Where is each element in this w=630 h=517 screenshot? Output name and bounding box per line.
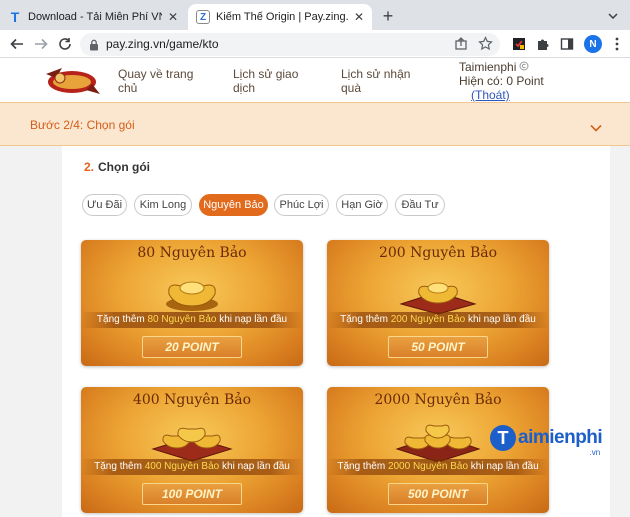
bonus-prefix: Tặng thêm bbox=[340, 314, 391, 325]
bonus-highlight: 200 Nguyên Bảo bbox=[390, 314, 466, 325]
package-price-button[interactable]: 50 POINT bbox=[388, 336, 488, 358]
filter-uu-dai[interactable]: Ưu Đãi bbox=[82, 194, 127, 216]
package-card[interactable]: 200 Nguyên Bảo Tặng thêm 200 Nguyên Bảo … bbox=[327, 240, 549, 366]
filter-nguyen-bao[interactable]: Nguyên Bảo bbox=[199, 194, 268, 216]
filter-phuc-loi[interactable]: Phúc Lợi bbox=[274, 194, 329, 216]
side-panel-icon[interactable] bbox=[558, 35, 576, 53]
new-tab-icon[interactable]: + bbox=[378, 6, 398, 26]
nav-transaction-line2: dịch bbox=[233, 81, 256, 95]
watermark-name: aimienphi bbox=[518, 427, 603, 448]
nav-gift-line1: Lịch sử nhận bbox=[341, 67, 411, 81]
tab-title: Download - Tải Miễn Phí VN - Phần bbox=[28, 11, 162, 23]
chevron-down-icon[interactable] bbox=[590, 119, 602, 137]
package-card[interactable]: 80 Nguyên Bảo Tặng thêm 80 Nguyên Bảo kh… bbox=[81, 240, 303, 366]
gold-ingot-on-cushion-icon bbox=[399, 282, 477, 315]
bonus-prefix: Tặng thêm bbox=[96, 314, 148, 325]
package-title: 80 Nguyên Bảo bbox=[137, 245, 247, 261]
bookmark-star-icon[interactable] bbox=[478, 36, 493, 56]
bonus-suffix: khi nạp lần đầu bbox=[465, 314, 536, 325]
section-title-text: Chọn gói bbox=[98, 160, 150, 174]
profile-avatar[interactable]: N bbox=[584, 35, 602, 53]
address-bar[interactable]: pay.zing.vn/game/kto bbox=[80, 33, 500, 56]
section-number: 2. bbox=[84, 160, 95, 174]
package-card[interactable]: 400 Nguyên Bảo Tặng thêm 400 Nguyên Bảo … bbox=[81, 387, 303, 513]
watermark-mark: T bbox=[490, 425, 516, 451]
package-price-button[interactable]: 500 POINT bbox=[388, 483, 488, 505]
back-arrow-icon[interactable] bbox=[6, 33, 28, 55]
section-title: 2. Chọn gói bbox=[84, 160, 150, 174]
browser-tab-strip: T Download - Tải Miễn Phí VN - Phần ✕ Z … bbox=[0, 0, 630, 30]
nav-transaction-line1: Lịch sử giao bbox=[233, 67, 299, 81]
filter-han-gio[interactable]: Hạn Giờ bbox=[336, 194, 388, 216]
account-balance: Hiện có: 0 Point bbox=[459, 74, 544, 88]
game-logo[interactable] bbox=[42, 64, 104, 98]
more-menu-icon[interactable] bbox=[610, 35, 624, 53]
filter-dau-tu[interactable]: Đầu Tư bbox=[395, 194, 445, 216]
package-bonus-text: Tặng thêm 200 Nguyên Bảo khi nạp lần đầu bbox=[327, 312, 549, 328]
tab-search-chevron-icon[interactable] bbox=[604, 7, 622, 25]
close-tab-icon[interactable]: ✕ bbox=[166, 10, 180, 24]
account-username: Taimienphi bbox=[459, 60, 517, 74]
package-price-button[interactable]: 100 POINT bbox=[142, 483, 242, 505]
package-bonus-text: Tặng thêm 400 Nguyên Bảo khi nạp lần đầu bbox=[81, 459, 303, 475]
package-title: 200 Nguyên Bảo bbox=[378, 245, 498, 261]
gold-ingot-pile-icon bbox=[395, 424, 481, 463]
nav-gift-history-link[interactable]: Lịch sử nhận quà bbox=[341, 67, 410, 95]
extension-icon[interactable] bbox=[510, 35, 528, 53]
bonus-highlight: 80 Nguyên Bảo bbox=[147, 314, 217, 325]
account-panel: Taimienphi Hiện có: 0 Point (Thoát) bbox=[459, 60, 544, 102]
gold-ingot-icon bbox=[166, 281, 218, 311]
bonus-highlight: 400 Nguyên Bảo bbox=[144, 461, 220, 472]
lock-icon[interactable] bbox=[89, 38, 99, 56]
share-icon[interactable] bbox=[454, 37, 468, 56]
nav-home-line2: chủ bbox=[118, 81, 138, 95]
browser-tab-kiem-the[interactable]: Z Kiếm Thế Origin | Pay.zing.vn - Cổn ✕ bbox=[188, 4, 372, 30]
bonus-suffix: khi nạp lần đầu bbox=[468, 461, 539, 472]
tab-title: Kiếm Thế Origin | Pay.zing.vn - Cổn bbox=[216, 11, 348, 23]
bonus-highlight: 2000 Nguyên Bảo bbox=[387, 461, 469, 472]
nav-home-line1: Quay về trang bbox=[118, 67, 194, 81]
close-tab-icon[interactable]: ✕ bbox=[352, 10, 366, 24]
forward-arrow-icon[interactable] bbox=[30, 33, 52, 55]
logout-link[interactable]: (Thoát) bbox=[471, 88, 544, 102]
package-bonus-text: Tặng thêm 2000 Nguyên Bảo khi nạp lần đầ… bbox=[327, 459, 549, 475]
extensions-puzzle-icon[interactable] bbox=[534, 35, 552, 53]
bonus-prefix: Tặng thêm bbox=[337, 461, 388, 472]
package-title: 400 Nguyên Bảo bbox=[132, 392, 252, 408]
nav-home-link[interactable]: Quay về trang chủ bbox=[118, 67, 193, 95]
tab-favicon-icon: Z bbox=[196, 10, 210, 24]
url-text: pay.zing.vn/game/kto bbox=[106, 37, 219, 51]
site-header: Quay về trang chủ Lịch sử giao dịch Lịch… bbox=[0, 58, 630, 102]
bonus-suffix: khi nạp lần đầu bbox=[216, 314, 288, 325]
step-label: Bước 2/4: Chọn gói bbox=[30, 118, 135, 132]
nav-gift-line2: quà bbox=[341, 81, 362, 95]
tab-favicon-icon: T bbox=[10, 9, 20, 25]
bonus-prefix: Tặng thêm bbox=[94, 461, 145, 472]
step-accordion[interactable]: Bước 2/4: Chọn gói bbox=[0, 102, 630, 146]
watermark-suffix: .vn bbox=[589, 448, 601, 457]
bonus-suffix: khi nạp lần đầu bbox=[219, 461, 290, 472]
filter-kim-long[interactable]: Kim Long bbox=[134, 194, 192, 216]
package-selection-card: 2. Chọn gói Ưu Đãi Kim Long Nguyên Bảo Ph… bbox=[62, 146, 610, 517]
gold-ingot-tray-icon bbox=[151, 427, 233, 462]
copyright-icon bbox=[519, 60, 529, 74]
browser-toolbar: pay.zing.vn/game/kto N bbox=[0, 30, 630, 58]
package-title: 2000 Nguyên Bảo bbox=[374, 392, 502, 408]
package-bonus-text: Tặng thêm 80 Nguyên Bảo khi nạp lần đầu bbox=[81, 312, 303, 328]
package-price-button[interactable]: 20 POINT bbox=[142, 336, 242, 358]
nav-transaction-history-link[interactable]: Lịch sử giao dịch bbox=[233, 67, 298, 95]
browser-tab-download[interactable]: T Download - Tải Miễn Phí VN - Phần ✕ bbox=[0, 4, 186, 30]
watermark-logo: T aimienphi .vn bbox=[490, 420, 603, 457]
reload-icon[interactable] bbox=[54, 33, 76, 55]
